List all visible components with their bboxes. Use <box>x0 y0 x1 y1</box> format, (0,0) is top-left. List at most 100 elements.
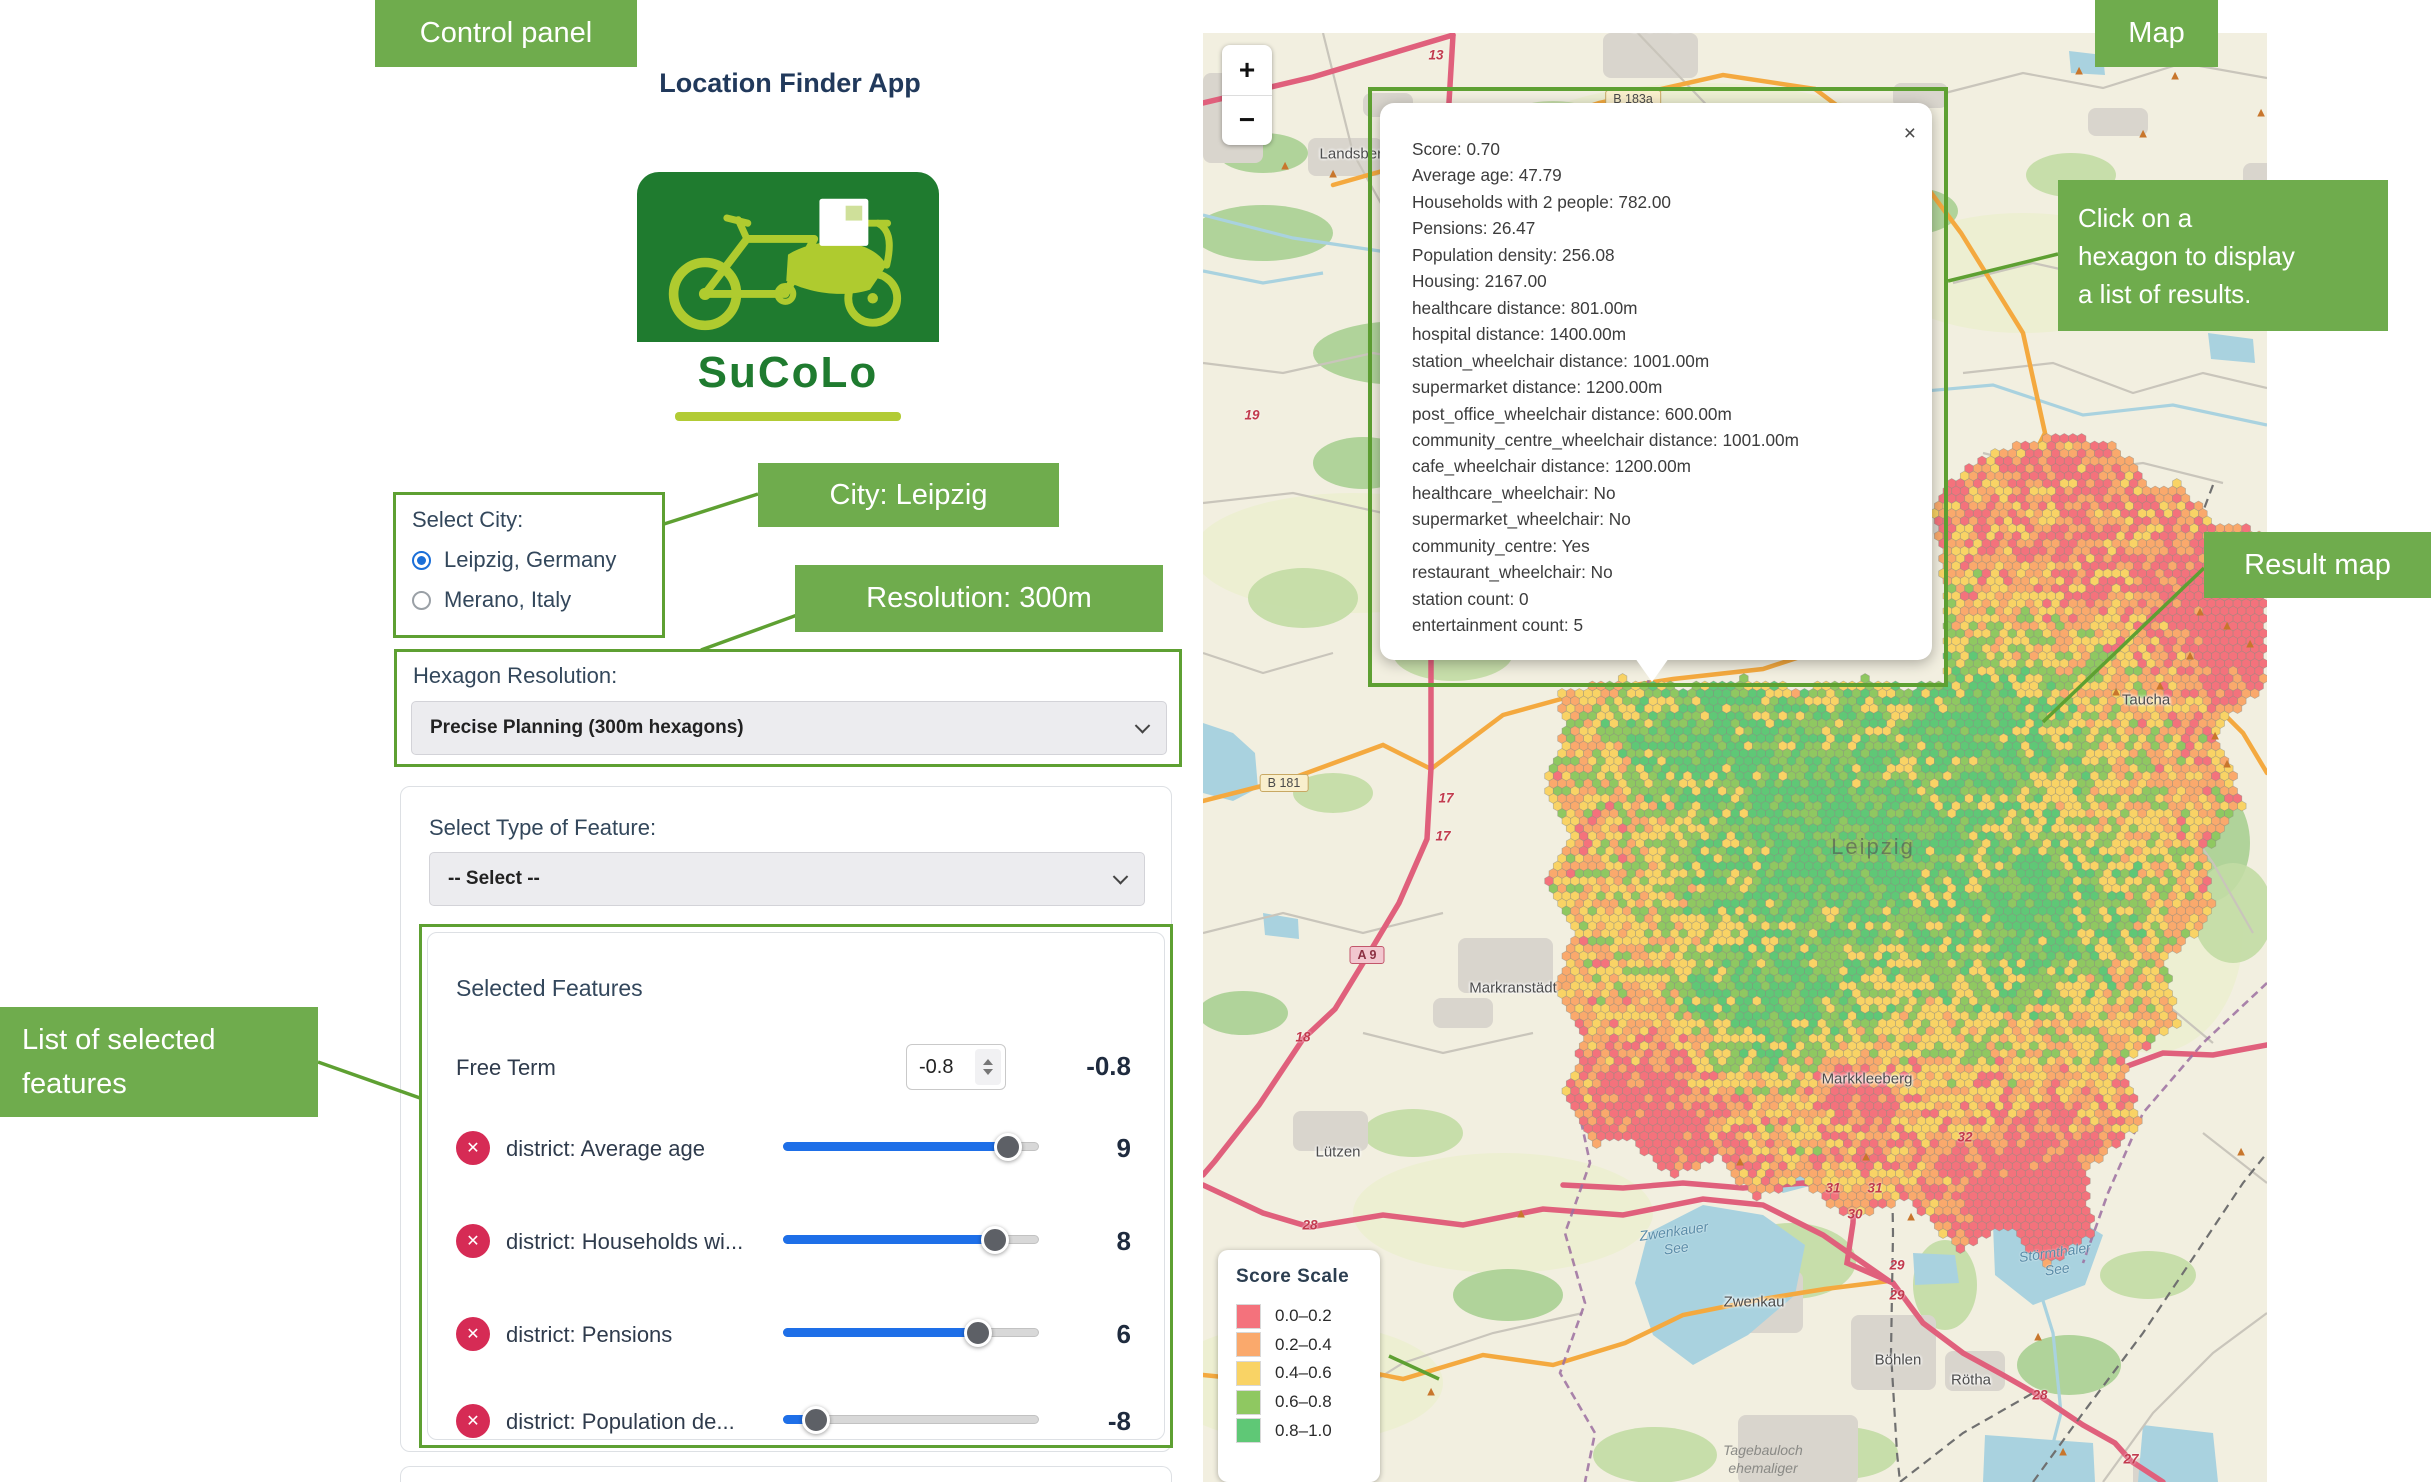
feature-weight-value: 9 <box>1069 1133 1131 1164</box>
logo-underline <box>675 412 901 421</box>
hexagon-resolution-label: Hexagon Resolution: <box>413 663 1179 689</box>
feature-weight-slider[interactable] <box>783 1132 1039 1162</box>
popup-line: Housing: 2167.00 <box>1412 268 1912 294</box>
route-number: 17 <box>1435 829 1450 844</box>
legend-entry: 0.6–0.8 <box>1236 1388 1380 1417</box>
zoom-control: + − <box>1222 45 1272 145</box>
peak-icon: ▲ <box>2057 1444 2070 1459</box>
zoom-out-button[interactable]: − <box>1222 96 1272 146</box>
zoom-in-button[interactable]: + <box>1222 45 1272 95</box>
popup-line: community_centre: Yes <box>1412 533 1912 559</box>
town-label: Markranstädt <box>1469 980 1557 997</box>
logo-wordmark-strip: SuCoLo <box>637 342 939 404</box>
route-number: 32 <box>1957 1130 1972 1145</box>
city-option-merano[interactable]: Merano, Italy <box>412 587 662 613</box>
route-number: 13 <box>1428 48 1443 63</box>
popup-line: community_centre_wheelchair distance: 10… <box>1412 427 1912 453</box>
free-term-weight: -0.8 <box>1069 1051 1131 1082</box>
popup-line: station_wheelchair distance: 1001.00m <box>1412 348 1912 374</box>
selected-features-title: Selected Features <box>456 975 643 1002</box>
popup-line: Pensions: 26.47 <box>1412 215 1912 241</box>
feature-weight-slider[interactable] <box>783 1225 1039 1255</box>
route-number: 27 <box>2123 1452 2138 1467</box>
route-number: 19 <box>1244 408 1259 423</box>
free-term-label: Free Term <box>456 1055 556 1081</box>
peak-icon: ▲ <box>2032 1329 2045 1344</box>
feature-row: ✕ district: Households wi... 8 <box>428 1221 1164 1261</box>
peak-icon: ▲ <box>2110 684 2123 699</box>
popup-line: Households with 2 people: 782.00 <box>1412 189 1912 215</box>
town-label: Zwenkau <box>1724 1294 1785 1311</box>
feature-row: ✕district: Pensions6 <box>428 1314 1164 1354</box>
popup-line: post_office_wheelchair distance: 600.00m <box>1412 401 1912 427</box>
radio-unselected-icon[interactable] <box>412 591 431 610</box>
legend-entry: 0.4–0.6 <box>1236 1359 1380 1388</box>
peak-icon: ▲ <box>2184 648 2197 663</box>
peak-icon: ▲ <box>1860 1149 1873 1164</box>
town-label: Brehna <box>1631 33 1679 36</box>
close-icon[interactable]: × <box>1904 123 1916 144</box>
peak-icon: ▲ <box>2221 618 2234 633</box>
peak-icon: ▲ <box>2244 636 2257 651</box>
popup-line: cafe_wheelchair distance: 1200.00m <box>1412 453 1912 479</box>
score-scale-legend: Score Scale 0.0–0.20.2–0.40.4–0.60.6–0.8… <box>1218 1250 1380 1482</box>
feature-weight-value: -8 <box>1069 1406 1131 1437</box>
town-label: Böhlen <box>1875 1352 1922 1369</box>
feature-label: district: Average age <box>506 1136 705 1162</box>
legend-entry: 0.8–1.0 <box>1236 1416 1380 1445</box>
popup-line: Average age: 47.79 <box>1412 162 1912 188</box>
hexagon-resolution-select[interactable]: Precise Planning (300m hexagons) <box>411 701 1167 755</box>
city-option-leipzig[interactable]: Leipzig, Germany <box>412 547 662 573</box>
remove-feature-button[interactable]: ✕ <box>456 1131 490 1165</box>
select-city-label: Select City: <box>412 507 662 533</box>
peak-icon: ▲ <box>2137 126 2150 141</box>
popup-line: entertainment count: 5 <box>1412 612 1912 638</box>
route-number: 31 <box>1825 1181 1840 1196</box>
route-number: 30 <box>1847 1207 1862 1222</box>
legend-entry: 0.0–0.2 <box>1236 1302 1380 1331</box>
area-note-label: Tagebauloch ehemaliger <box>1723 1441 1803 1477</box>
feature-weight-slider[interactable] <box>783 1318 1039 1348</box>
radio-selected-icon[interactable] <box>412 551 431 570</box>
route-number: 18 <box>1295 1030 1310 1045</box>
remove-feature-button[interactable]: ✕ <box>456 1317 490 1351</box>
feature-weight-slider[interactable] <box>783 1405 1039 1435</box>
map-callout: Map <box>2095 0 2218 67</box>
town-label: Rötha <box>1951 1372 1991 1389</box>
peak-icon: ▲ <box>1905 1209 1918 1224</box>
town-label: Taucha <box>2122 692 2170 709</box>
app-window: { "annotations": { "accent_green": "#6FA… <box>0 0 2431 1482</box>
town-label: Lützen <box>1315 1144 1360 1161</box>
peak-icon: ▲ <box>2154 678 2167 693</box>
free-term-input[interactable]: -0.8 <box>906 1044 1006 1090</box>
popup-line: healthcare distance: 801.00m <box>1412 295 1912 321</box>
route-number: 28 <box>2032 1388 2047 1403</box>
remove-feature-button[interactable]: ✕ <box>456 1404 490 1438</box>
cargo-bike-icon <box>657 184 919 334</box>
feature-weight-value: 6 <box>1069 1319 1131 1350</box>
feature-type-select[interactable]: -- Select -- <box>429 852 1145 906</box>
popup-line: Population density: 256.08 <box>1412 242 1912 268</box>
peak-icon: ▲ <box>2194 604 2207 619</box>
number-stepper-icon[interactable] <box>975 1049 1001 1085</box>
next-panel-edge <box>400 1466 1172 1482</box>
peak-icon: ▲ <box>2073 63 2086 78</box>
peak-icon: ▲ <box>2221 756 2234 771</box>
selected-features-card: Selected Features Free Term -0.8 -0.8 ✕d… <box>427 932 1165 1440</box>
remove-feature-button[interactable]: ✕ <box>456 1224 490 1258</box>
city-area-label: Leipzig <box>1831 834 1915 860</box>
hexagon-result-popup: × Score: 0.70Average age: 47.79Household… <box>1380 103 1932 660</box>
chevron-down-icon <box>1113 869 1129 885</box>
feature-label: district: Households wi... <box>506 1229 743 1255</box>
popup-line: restaurant_wheelchair: No <box>1412 559 1912 585</box>
feature-label: district: Population de... <box>506 1409 735 1435</box>
peak-icon: ▲ <box>1279 158 1292 173</box>
peak-icon: ▲ <box>2209 728 2222 743</box>
feature-type-label: Select Type of Feature: <box>429 815 656 841</box>
popup-line: healthcare_wheelchair: No <box>1412 480 1912 506</box>
sucolo-logo: SuCoLo <box>637 172 939 424</box>
peak-icon: ▲ <box>1425 1384 1438 1399</box>
page-title: Location Finder App <box>540 68 1040 99</box>
feature-weight-value: 8 <box>1069 1226 1131 1257</box>
town-label: Markkleeberg <box>1822 1071 1913 1088</box>
